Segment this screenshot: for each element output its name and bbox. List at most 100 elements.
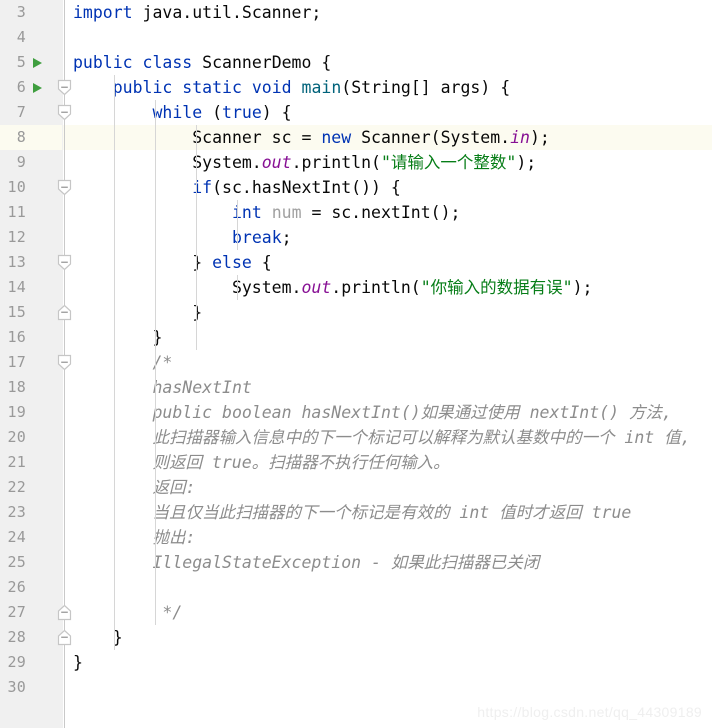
fold-collapse-icon[interactable] xyxy=(57,104,72,121)
code-token: Scanner(System. xyxy=(351,128,511,147)
code-line[interactable]: 抛出: xyxy=(65,525,712,550)
code-line-text: public boolean hasNextInt()如果通过使用 nextIn… xyxy=(65,400,671,425)
code-line[interactable]: } xyxy=(65,300,712,325)
code-line[interactable]: hasNextInt xyxy=(65,375,712,400)
code-token: ScannerDemo { xyxy=(192,53,332,72)
code-line-text: 当且仅当此扫描器的下一个标记是有效的 int 值时才返回 true xyxy=(65,500,631,525)
code-line-text: IllegalStateException - 如果此扫描器已关闭 xyxy=(65,550,539,575)
code-line[interactable]: while (true) { xyxy=(65,100,712,125)
code-token: System. xyxy=(73,278,302,297)
code-line-text: } xyxy=(65,300,202,325)
code-token: while xyxy=(152,103,203,122)
code-token: } xyxy=(73,328,163,347)
code-line-text: public class ScannerDemo { xyxy=(65,50,331,75)
code-token: static xyxy=(182,78,242,97)
fold-end-icon[interactable] xyxy=(57,629,72,646)
fold-collapse-icon[interactable] xyxy=(57,79,72,96)
code-token: num xyxy=(271,203,302,222)
code-token: java.util.Scanner; xyxy=(132,3,322,22)
code-line[interactable]: 则返回 true。扫描器不执行任何输入。 xyxy=(65,450,712,475)
fold-collapse-icon[interactable] xyxy=(57,179,72,196)
code-line-text: 抛出: xyxy=(65,525,195,550)
code-token: 抛出: xyxy=(73,528,196,547)
code-line-text: 此扫描器输入信息中的下一个标记可以解释为默认基数中的一个 int 值, xyxy=(65,425,690,450)
code-line[interactable]: IllegalStateException - 如果此扫描器已关闭 xyxy=(65,550,712,575)
code-token: (String[] args) { xyxy=(341,78,511,97)
code-line-text: if(sc.hasNextInt()) { xyxy=(65,175,401,200)
code-line[interactable]: import java.util.Scanner; xyxy=(65,0,712,25)
code-line[interactable]: Scanner sc = new Scanner(System.in); xyxy=(63,125,712,150)
code-content[interactable]: import java.util.Scanner; public class Sc… xyxy=(0,0,712,728)
indent-guide xyxy=(114,75,115,650)
indent-guide xyxy=(196,125,197,350)
code-line-text: */ xyxy=(65,600,182,625)
code-line[interactable]: 返回: xyxy=(65,475,712,500)
code-line[interactable] xyxy=(65,575,712,600)
code-token: IllegalStateException - 如果此扫描器已关闭 xyxy=(73,553,540,572)
fold-end-icon[interactable] xyxy=(57,604,72,621)
code-line-text: import java.util.Scanner; xyxy=(65,0,321,25)
code-line[interactable]: /* xyxy=(65,350,712,375)
code-line-text: public static void main(String[] args) { xyxy=(65,75,510,100)
code-line[interactable]: */ xyxy=(65,600,712,625)
code-line-text: break; xyxy=(65,225,292,250)
code-token: ); xyxy=(516,153,537,172)
code-line[interactable]: public class ScannerDemo { xyxy=(65,50,712,75)
indent-guide xyxy=(237,200,238,250)
code-line[interactable]: 当且仅当此扫描器的下一个标记是有效的 int 值时才返回 true xyxy=(65,500,712,525)
watermark: https://blog.csdn.net/qq_44309189 xyxy=(477,704,702,720)
code-token: public xyxy=(73,53,133,72)
code-line[interactable]: System.out.println("你输入的数据有误"); xyxy=(65,275,712,300)
code-line[interactable] xyxy=(65,675,712,700)
code-line-text: int num = sc.nextInt(); xyxy=(65,200,461,225)
code-line[interactable]: } xyxy=(65,650,712,675)
code-line[interactable]: if(sc.hasNextInt()) { xyxy=(65,175,712,200)
code-line-text: hasNextInt xyxy=(65,375,251,400)
fold-collapse-icon[interactable] xyxy=(57,354,72,371)
fold-collapse-icon[interactable] xyxy=(57,254,72,271)
code-line[interactable]: public static void main(String[] args) { xyxy=(65,75,712,100)
code-line-text: 则返回 true。扫描器不执行任何输入。 xyxy=(65,450,450,475)
code-token: new xyxy=(321,128,352,147)
code-token: (sc.hasNextInt()) { xyxy=(212,178,401,197)
code-token: = sc.nextInt(); xyxy=(301,203,461,222)
code-line[interactable]: } else { xyxy=(65,250,712,275)
code-line-text: while (true) { xyxy=(65,100,291,125)
code-token: 则返回 true。扫描器不执行任何输入。 xyxy=(73,453,450,472)
code-token: class xyxy=(142,53,193,72)
code-line[interactable]: break; xyxy=(65,225,712,250)
code-token: */ xyxy=(73,603,183,622)
code-token: } xyxy=(73,653,83,672)
code-line[interactable]: } xyxy=(65,325,712,350)
code-token: out xyxy=(261,153,292,172)
code-line-text: } xyxy=(65,650,83,675)
code-token: 当且仅当此扫描器的下一个标记是有效的 int 值时才返回 true xyxy=(73,503,632,522)
code-line[interactable] xyxy=(65,25,712,50)
code-token: import xyxy=(73,3,133,22)
code-token: ( xyxy=(202,103,223,122)
code-token: } xyxy=(73,628,123,647)
code-line[interactable]: } xyxy=(65,625,712,650)
code-token: .println( xyxy=(291,153,381,172)
code-token: public xyxy=(112,78,173,97)
fold-end-icon[interactable] xyxy=(57,304,72,321)
code-token: break xyxy=(231,228,282,247)
code-line[interactable]: public boolean hasNextInt()如果通过使用 nextIn… xyxy=(65,400,712,425)
code-line[interactable]: System.out.println("请输入一个整数"); xyxy=(65,150,712,175)
code-token: main xyxy=(301,78,342,97)
code-line-text: /* xyxy=(65,350,172,375)
code-token: ); xyxy=(530,128,550,147)
code-line-text: } else { xyxy=(65,250,272,275)
code-line[interactable]: 此扫描器输入信息中的下一个标记可以解释为默认基数中的一个 int 值, xyxy=(65,425,712,450)
code-line[interactable]: int num = sc.nextInt(); xyxy=(65,200,712,225)
code-token: } xyxy=(73,253,213,272)
code-line-text: System.out.println("你输入的数据有误"); xyxy=(65,275,593,300)
